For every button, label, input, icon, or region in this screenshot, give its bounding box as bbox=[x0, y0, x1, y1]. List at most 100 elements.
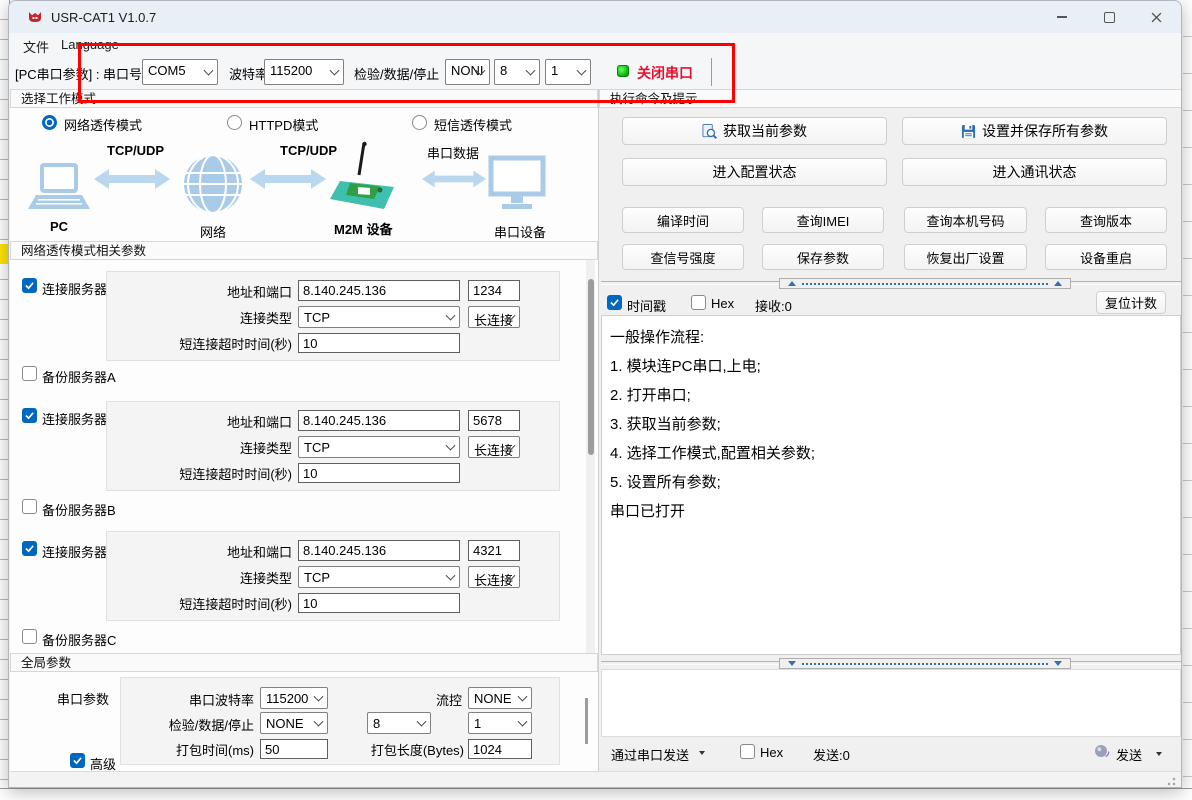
log-line: 2. 打开串口; bbox=[610, 381, 1172, 410]
work-mode-header: 选择工作模式 bbox=[10, 89, 598, 108]
get-params-button[interactable]: 获取当前参数 bbox=[622, 117, 887, 145]
timeout-label: 短连接超时时间(秒) bbox=[132, 334, 292, 353]
g-stopbits-select[interactable]: 1 bbox=[468, 712, 532, 734]
laptop-icon bbox=[28, 163, 90, 221]
server-scrollbar[interactable] bbox=[586, 260, 595, 653]
resize-grip[interactable] bbox=[1166, 776, 1176, 786]
query-number-button[interactable]: 查询本机号码 bbox=[904, 207, 1027, 233]
window-title: USR-CAT1 V1.0.7 bbox=[51, 10, 156, 25]
parity-data-stop-label: 检验/数据/停止 bbox=[354, 64, 439, 83]
reset-counter-label: 复位计数 bbox=[1105, 293, 1157, 312]
chevron-down-icon bbox=[314, 717, 324, 727]
backup-c-checkbox[interactable] bbox=[22, 629, 37, 644]
query-version-button[interactable]: 查询版本 bbox=[1045, 207, 1167, 233]
parity-select[interactable]: NONI bbox=[445, 59, 490, 85]
server-a-timeout-input[interactable] bbox=[298, 333, 460, 353]
query-signal-button[interactable]: 查信号强度 bbox=[622, 244, 744, 270]
server-a-port-input[interactable] bbox=[468, 280, 520, 301]
server-a-checkbox[interactable] bbox=[22, 278, 37, 293]
advanced-checkbox[interactable] bbox=[70, 753, 85, 768]
factory-reset-label: 恢复出厂设置 bbox=[926, 248, 1004, 267]
menu-language[interactable]: Language bbox=[55, 35, 125, 54]
send-textarea[interactable] bbox=[601, 669, 1181, 737]
g-flow-select[interactable]: NONE bbox=[468, 687, 532, 709]
g-packtime-input[interactable] bbox=[260, 739, 328, 759]
serial-group-label: 串口参数 bbox=[57, 689, 109, 708]
chevron-down-icon bbox=[314, 692, 324, 702]
get-params-label: 获取当前参数 bbox=[723, 121, 807, 141]
log-area[interactable]: 一般操作流程: 1. 模块连PC串口,上电; 2. 打开串口; 3. 获取当前参… bbox=[601, 315, 1181, 655]
timeout-label: 短连接超时时间(秒) bbox=[132, 464, 292, 483]
enter-comm-button[interactable]: 进入通讯状态 bbox=[902, 158, 1167, 186]
g-flow-label: 流控 bbox=[410, 690, 462, 709]
minimize-button[interactable] bbox=[1039, 1, 1085, 33]
server-c-addr-input[interactable] bbox=[298, 540, 460, 561]
chevron-down-icon bbox=[417, 717, 427, 727]
send-hex-checkbox[interactable] bbox=[740, 744, 755, 759]
radio-net-transparent[interactable] bbox=[42, 115, 57, 130]
server-a-type-value: TCP bbox=[304, 310, 330, 325]
g-databits-select[interactable]: 8 bbox=[367, 712, 431, 734]
server-c-keep-select[interactable]: 长连接 bbox=[468, 566, 520, 588]
baud-select[interactable]: 115200 bbox=[264, 59, 344, 85]
stopbits-select[interactable]: 1 bbox=[545, 59, 591, 85]
toggle-port-button[interactable]: 关闭串口 bbox=[613, 57, 723, 85]
set-save-params-button[interactable]: 设置并保存所有参数 bbox=[902, 117, 1167, 145]
g-baud-select[interactable]: 115200 bbox=[260, 687, 328, 709]
server-b-type-value: TCP bbox=[304, 440, 330, 455]
left-panel: 选择工作模式 网络透传模式 HTTPD模式 短信透传模式 TCP/UDP TCP… bbox=[10, 89, 598, 771]
maximize-button[interactable] bbox=[1086, 1, 1132, 33]
enter-config-label: 进入配置状态 bbox=[713, 162, 797, 182]
radio-httpd[interactable] bbox=[227, 115, 242, 130]
query-number-label: 查询本机号码 bbox=[926, 211, 1004, 230]
server-c-port-input[interactable] bbox=[468, 540, 520, 561]
scrollbar-thumb[interactable] bbox=[588, 279, 594, 455]
factory-reset-button[interactable]: 恢复出厂设置 bbox=[904, 244, 1027, 270]
send-via-dropdown[interactable]: 通过串口发送 bbox=[611, 745, 689, 764]
databits-select[interactable]: 8 bbox=[494, 59, 540, 85]
backup-a-checkbox[interactable] bbox=[22, 366, 37, 381]
server-b-type-select[interactable]: TCP bbox=[298, 436, 460, 458]
splitter-handle-bottom[interactable] bbox=[779, 658, 1071, 669]
server-c-type-select[interactable]: TCP bbox=[298, 566, 460, 588]
radio-sms[interactable] bbox=[412, 115, 427, 130]
g-packlen-input[interactable] bbox=[468, 739, 532, 759]
server-b-addr-input[interactable] bbox=[298, 410, 460, 431]
server-b-checkbox[interactable] bbox=[22, 408, 37, 423]
server-b-timeout-input[interactable] bbox=[298, 463, 460, 483]
save-params-button[interactable]: 保存参数 bbox=[762, 244, 884, 270]
query-signal-label: 查信号强度 bbox=[650, 248, 715, 267]
net-params-header: 网络透传模式相关参数 bbox=[10, 241, 598, 260]
splitter-handle-top[interactable] bbox=[779, 278, 1071, 289]
screen: 2024年5月15日 USR-CAT1 V1.0.7 文件 bbox=[0, 0, 1192, 800]
collapse-down-icon bbox=[788, 661, 796, 666]
g-parity-select[interactable]: NONE bbox=[260, 712, 328, 734]
type-label: 连接类型 bbox=[152, 308, 292, 327]
query-imei-button[interactable]: 查询IMEI bbox=[762, 207, 884, 233]
server-b-port-input[interactable] bbox=[468, 410, 520, 431]
title-bar[interactable]: USR-CAT1 V1.0.7 bbox=[9, 1, 1181, 33]
server-b-keep-select[interactable]: 长连接 bbox=[468, 436, 520, 458]
global-scroll-indicator[interactable] bbox=[585, 698, 588, 744]
com-port-select[interactable]: COM5 bbox=[142, 59, 218, 85]
close-button[interactable] bbox=[1133, 1, 1179, 33]
addr-label: 地址和端口 bbox=[152, 412, 292, 431]
device-restart-button[interactable]: 设备重启 bbox=[1045, 244, 1167, 270]
background-spreadsheet-right bbox=[1183, 0, 1192, 800]
recv-count: 接收:0 bbox=[755, 296, 792, 315]
server-c-timeout-input[interactable] bbox=[298, 593, 460, 613]
server-a-keep-select[interactable]: 长连接 bbox=[468, 306, 520, 328]
enter-config-button[interactable]: 进入配置状态 bbox=[622, 158, 887, 186]
compile-time-button[interactable]: 编译时间 bbox=[622, 207, 744, 233]
backup-b-checkbox[interactable] bbox=[22, 499, 37, 514]
server-c-checkbox[interactable] bbox=[22, 541, 37, 556]
reset-counter-button[interactable]: 复位计数 bbox=[1096, 291, 1166, 314]
recv-hex-checkbox[interactable] bbox=[691, 295, 706, 310]
send-button[interactable]: 发送 bbox=[1094, 741, 1174, 765]
timestamp-checkbox[interactable] bbox=[607, 295, 622, 310]
server-a-addr-input[interactable] bbox=[298, 280, 460, 301]
server-a-type-select[interactable]: TCP bbox=[298, 306, 460, 328]
backup-b-label: 备份服务器B bbox=[42, 500, 116, 519]
minimize-icon bbox=[1057, 16, 1067, 17]
global-params-header: 全局参数 bbox=[10, 653, 598, 672]
